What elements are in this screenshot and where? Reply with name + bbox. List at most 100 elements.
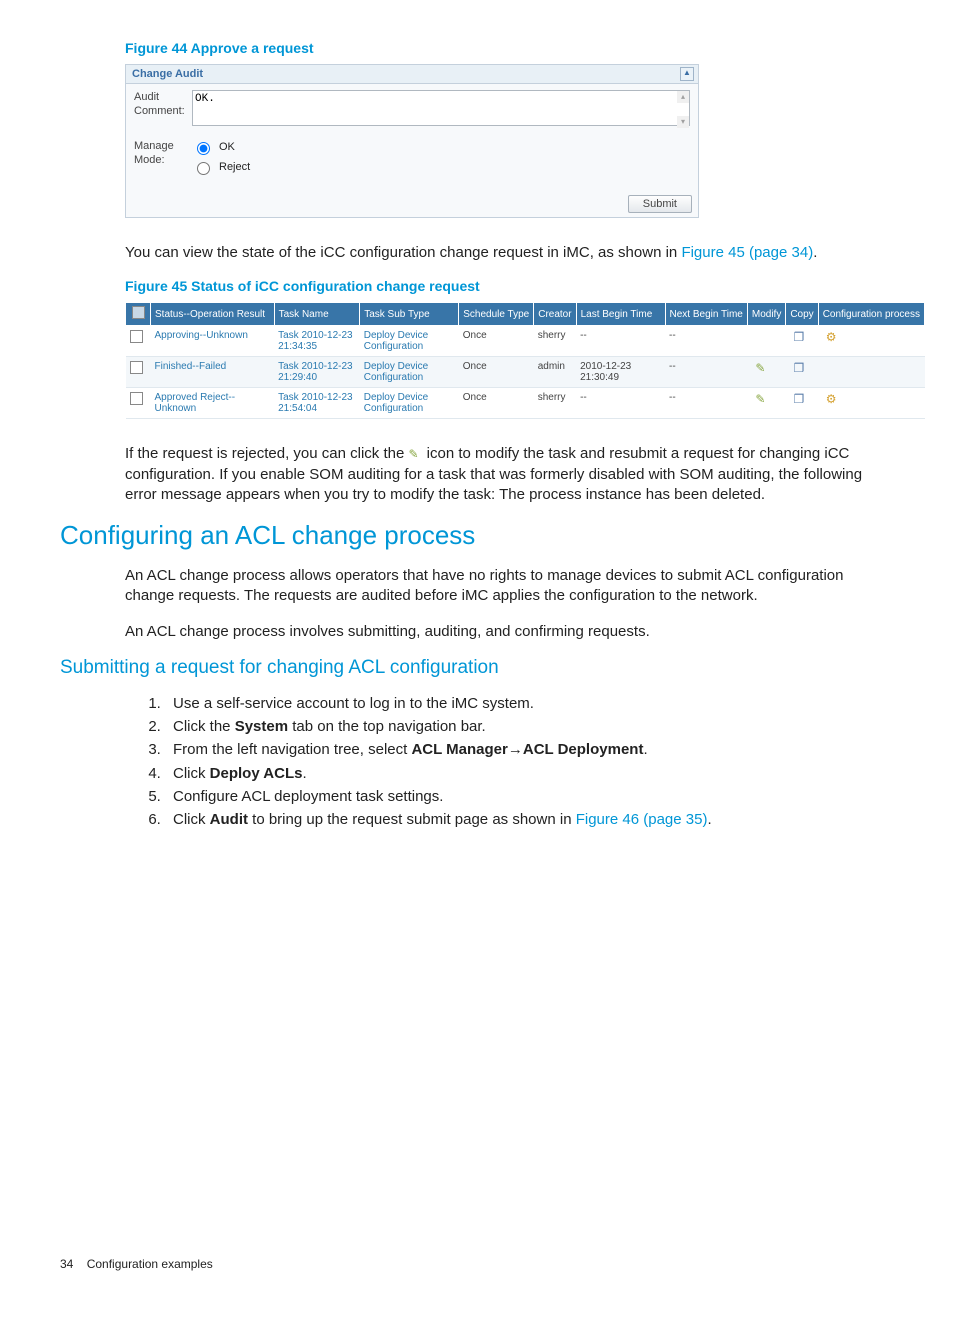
header-copy: Copy: [786, 303, 818, 326]
header-checkbox[interactable]: [132, 306, 145, 319]
step-5: Configure ACL deployment task settings.: [165, 787, 874, 807]
mode-ok-label: OK: [219, 141, 235, 153]
collapse-icon[interactable]: ▲: [680, 67, 694, 81]
header-modify: Modify: [747, 303, 785, 326]
textarea-scroll-up-icon[interactable]: ▴: [677, 91, 689, 103]
cell-next-begin: --: [665, 388, 747, 419]
copy-icon[interactable]: ❐: [792, 392, 806, 406]
step-6: Click Audit to bring up the request subm…: [165, 810, 874, 830]
mode-ok-radio[interactable]: [197, 142, 210, 155]
cell-copy: ❐: [786, 388, 818, 419]
header-config-process: Configuration process: [818, 303, 924, 326]
cell-last-begin: --: [576, 326, 665, 357]
step4-a: Click: [173, 765, 210, 782]
step2-a: Click the: [173, 718, 235, 735]
row-checkbox[interactable]: [130, 361, 143, 374]
cell-config: [818, 357, 924, 388]
header-status: Status--Operation Result: [151, 303, 275, 326]
cell-copy: ❐: [786, 326, 818, 357]
cell-schedule-type: Once: [459, 388, 534, 419]
task-subtype-link[interactable]: Deploy Device Configuration: [364, 361, 428, 383]
cell-creator: sherry: [534, 326, 576, 357]
mode-reject-option[interactable]: Reject: [192, 159, 250, 175]
modify-icon[interactable]: ✎: [753, 392, 767, 406]
step2-c: tab on the top navigation bar.: [288, 718, 486, 735]
para2-text-before: If the request is rejected, you can clic…: [125, 445, 408, 462]
cell-status: Finished--Failed: [151, 357, 275, 388]
change-audit-panel-title: Change Audit: [132, 68, 203, 80]
row-checkbox[interactable]: [130, 330, 143, 343]
cell-task-name: Task 2010-12-23 21:54:04: [274, 388, 360, 419]
step-4: Click Deploy ACLs.: [165, 764, 874, 784]
task-name-link[interactable]: Task 2010-12-23 21:54:04: [278, 392, 353, 414]
cell-task-name: Task 2010-12-23 21:29:40: [274, 357, 360, 388]
step-3: From the left navigation tree, select AC…: [165, 740, 874, 760]
modify-icon[interactable]: ✎: [753, 361, 767, 375]
task-subtype-link[interactable]: Deploy Device Configuration: [364, 330, 428, 352]
table-row: Approved Reject--Unknown Task 2010-12-23 …: [126, 388, 925, 419]
step3-a: From the left navigation tree, select: [173, 741, 411, 758]
step-2: Click the System tab on the top navigati…: [165, 717, 874, 737]
config-process-icon[interactable]: ⚙: [824, 330, 838, 344]
footer-section-title: Configuration examples: [87, 1257, 213, 1271]
row-checkbox[interactable]: [130, 392, 143, 405]
status-link[interactable]: Approved Reject--Unknown: [155, 392, 236, 414]
header-task-name: Task Name: [274, 303, 360, 326]
cell-status: Approving--Unknown: [151, 326, 275, 357]
cell-copy: ❐: [786, 357, 818, 388]
figure45-link[interactable]: Figure 45 (page 34): [681, 244, 813, 261]
copy-icon[interactable]: ❐: [792, 330, 806, 344]
cell-modify: ✎: [747, 388, 785, 419]
step6-a: Click: [173, 811, 210, 828]
figure46-link[interactable]: Figure 46 (page 35): [576, 811, 708, 828]
header-checkbox-cell: [126, 303, 151, 326]
task-name-link[interactable]: Task 2010-12-23 21:29:40: [278, 361, 353, 383]
cell-checkbox-wrap: [126, 326, 151, 357]
textarea-scroll-down-icon[interactable]: ▾: [677, 116, 689, 128]
figure44-caption: Figure 44 Approve a request: [125, 40, 924, 56]
mode-reject-radio[interactable]: [197, 162, 210, 175]
change-audit-titlebar: Change Audit ▲: [126, 65, 698, 84]
cell-schedule-type: Once: [459, 326, 534, 357]
heading-acl-change-process: Configuring an ACL change process: [60, 520, 924, 551]
heading-submit-acl-request: Submitting a request for changing ACL co…: [60, 657, 924, 679]
header-creator: Creator: [534, 303, 576, 326]
change-audit-panel: Change Audit ▲ Audit Comment: ▴ ▾ Manage…: [125, 64, 699, 218]
modify-icon: ✎: [408, 447, 422, 461]
step6-bold-audit: Audit: [210, 811, 248, 828]
step-1: Use a self-service account to log in to …: [165, 694, 874, 714]
step3-arrow: →: [508, 741, 523, 758]
config-process-icon[interactable]: ⚙: [824, 392, 838, 406]
task-subtype-link[interactable]: Deploy Device Configuration: [364, 392, 428, 414]
table-row: Finished--Failed Task 2010-12-23 21:29:40…: [126, 357, 925, 388]
cell-status: Approved Reject--Unknown: [151, 388, 275, 419]
cell-task-name: Task 2010-12-23 21:34:35: [274, 326, 360, 357]
cell-checkbox-wrap: [126, 357, 151, 388]
step3-bold-aclmgr: ACL Manager: [411, 741, 507, 758]
copy-icon[interactable]: ❐: [792, 361, 806, 375]
task-name-link[interactable]: Task 2010-12-23 21:34:35: [278, 330, 353, 352]
audit-comment-input[interactable]: [192, 90, 690, 126]
submit-button[interactable]: Submit: [628, 195, 692, 213]
paragraph-acl-intro: An ACL change process allows operators t…: [125, 566, 874, 607]
page-footer: 34 Configuration examples: [60, 1257, 213, 1271]
para1-text-after: .: [813, 244, 817, 261]
manage-mode-label: Manage Mode:: [134, 139, 192, 167]
header-next-begin: Next Begin Time: [665, 303, 747, 326]
cell-checkbox-wrap: [126, 388, 151, 419]
step2-bold-system: System: [235, 718, 288, 735]
mode-ok-option[interactable]: OK: [192, 139, 250, 155]
para1-text-before: You can view the state of the iCC config…: [125, 244, 681, 261]
step6-d: .: [707, 811, 711, 828]
cell-modify: [747, 326, 785, 357]
step6-c: to bring up the request submit page as s…: [248, 811, 576, 828]
header-task-subtype: Task Sub Type: [360, 303, 459, 326]
status-link[interactable]: Finished--Failed: [155, 361, 227, 372]
cell-task-subtype: Deploy Device Configuration: [360, 388, 459, 419]
cell-modify: ✎: [747, 357, 785, 388]
cell-task-subtype: Deploy Device Configuration: [360, 357, 459, 388]
cell-creator: admin: [534, 357, 576, 388]
step3-bold-acldeploy: ACL Deployment: [523, 741, 644, 758]
status-link[interactable]: Approving--Unknown: [155, 330, 248, 341]
step4-c: .: [302, 765, 306, 782]
